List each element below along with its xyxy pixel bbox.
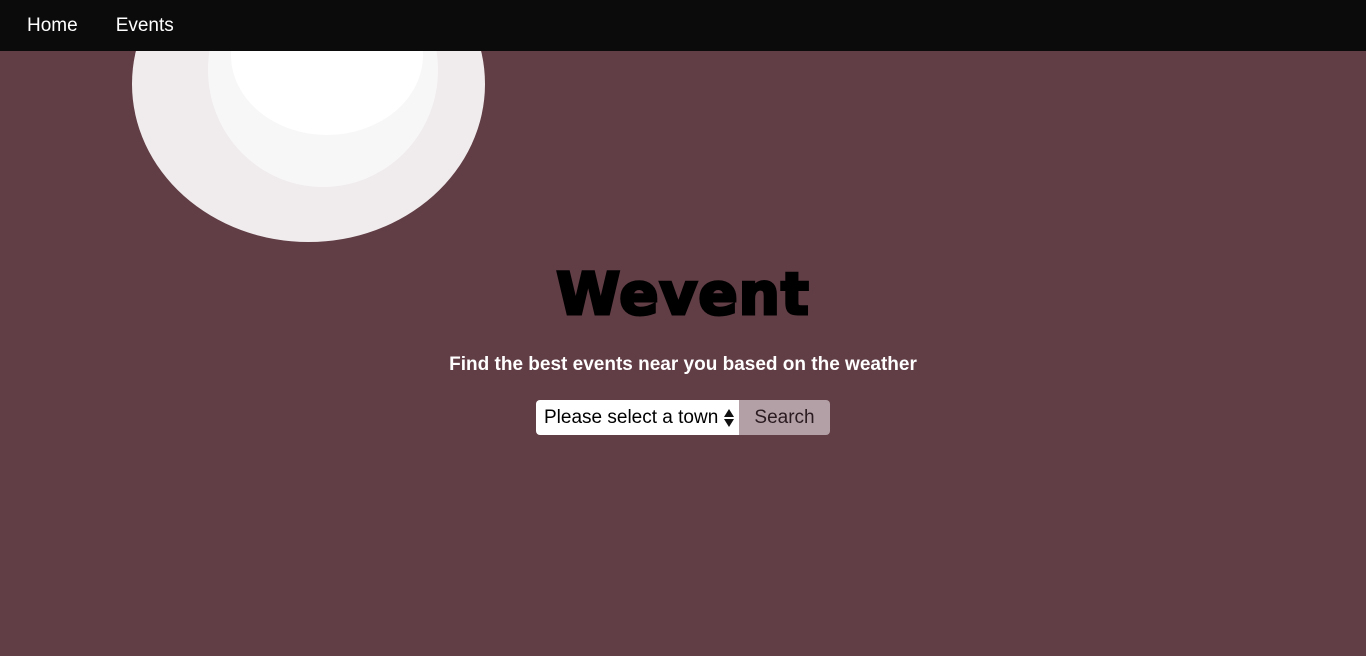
town-select-value: Please select a town xyxy=(544,406,719,428)
brand-title: Wevent xyxy=(555,260,810,328)
search-button[interactable]: Search xyxy=(739,400,830,435)
nav-link-home[interactable]: Home xyxy=(27,0,78,51)
top-navbar: Home Events xyxy=(0,0,1366,51)
tagline: Find the best events near you based on t… xyxy=(449,354,917,375)
hero-section: Wevent Find the best events near you bas… xyxy=(0,260,1366,435)
town-select[interactable]: Please select a town xyxy=(536,400,739,435)
select-arrows-icon xyxy=(723,408,735,427)
nav-link-events[interactable]: Events xyxy=(116,0,174,51)
search-form: Please select a town Search xyxy=(0,400,1366,435)
